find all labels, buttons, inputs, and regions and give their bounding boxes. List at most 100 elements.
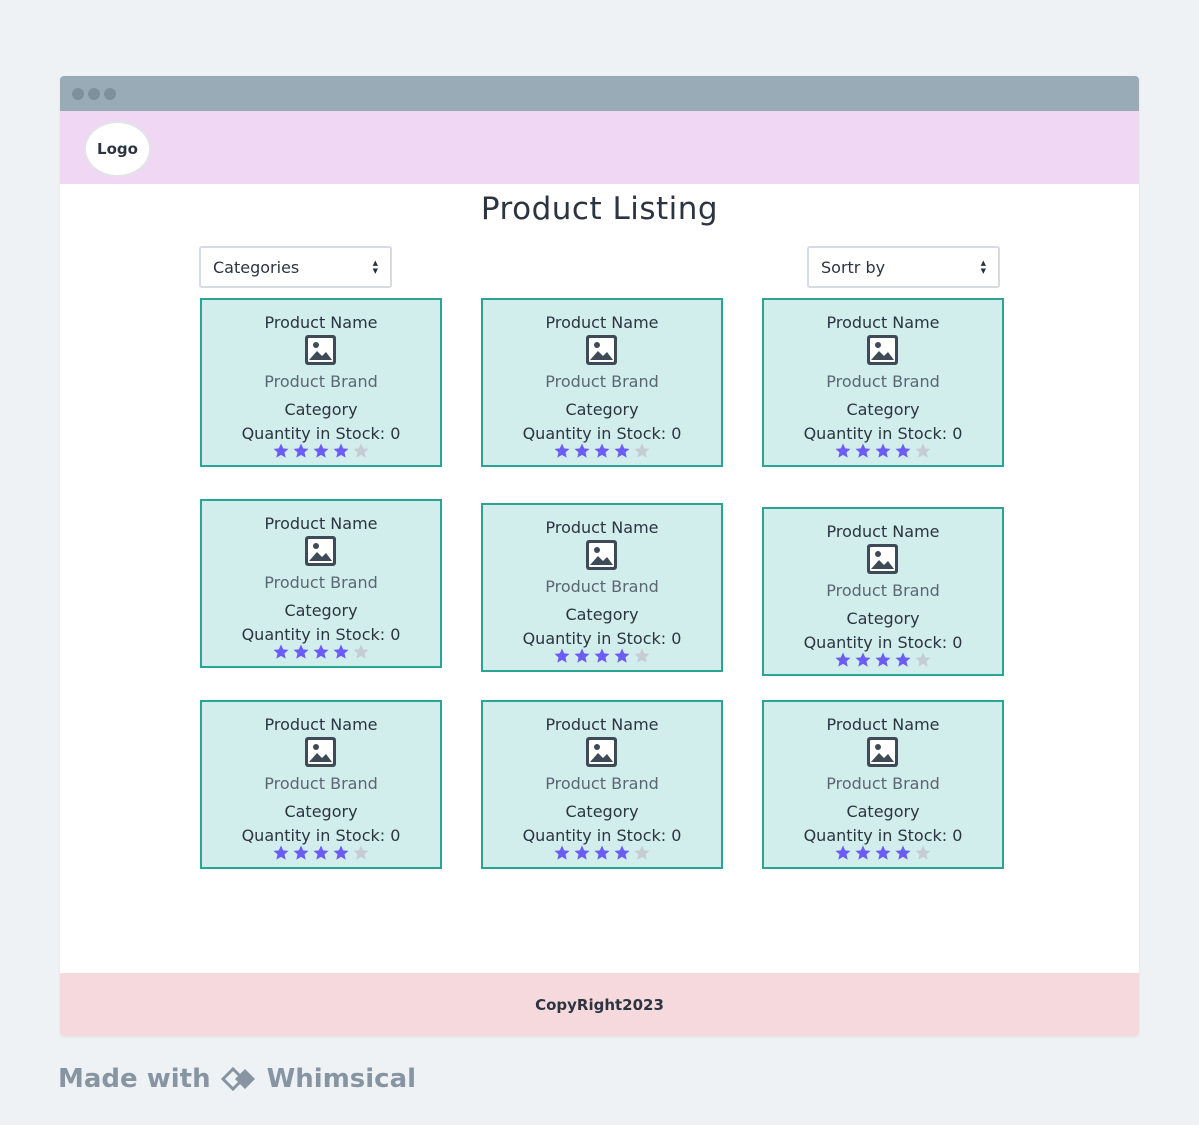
page-title: Product Listing bbox=[480, 191, 719, 227]
star-icon bbox=[353, 845, 369, 860]
product-category: Category bbox=[284, 400, 358, 419]
whimsical-brand-text: Whimsical bbox=[266, 1064, 417, 1094]
star-icon bbox=[634, 443, 650, 458]
image-icon bbox=[305, 536, 336, 566]
star-icon bbox=[634, 845, 650, 860]
window-titlebar bbox=[60, 76, 1139, 111]
rating-stars bbox=[483, 844, 721, 862]
product-brand: Product Brand bbox=[264, 573, 378, 592]
product-quantity: Quantity in Stock: 0 bbox=[803, 826, 963, 845]
product-name: Product Name bbox=[826, 522, 940, 541]
product-card[interactable]: Product Name Product Brand Category Quan… bbox=[200, 499, 442, 668]
star-icon bbox=[835, 443, 851, 458]
star-icon bbox=[614, 648, 630, 663]
product-quantity: Quantity in Stock: 0 bbox=[803, 633, 963, 652]
product-category: Category bbox=[846, 802, 920, 821]
product-brand: Product Brand bbox=[545, 577, 659, 596]
product-category: Category bbox=[565, 400, 639, 419]
categories-select[interactable]: Categories ▲ ▼ bbox=[199, 246, 392, 288]
product-category: Category bbox=[284, 601, 358, 620]
star-icon bbox=[273, 845, 289, 860]
product-name: Product Name bbox=[545, 715, 659, 734]
image-icon bbox=[867, 544, 898, 574]
image-icon bbox=[305, 335, 336, 365]
star-icon bbox=[594, 648, 610, 663]
product-card[interactable]: Product Name Product Brand Category Quan… bbox=[481, 700, 723, 869]
star-icon bbox=[875, 845, 891, 860]
rating-stars bbox=[483, 647, 721, 665]
sort-select-label: Sortr by bbox=[821, 257, 886, 277]
window-dot-icon bbox=[72, 87, 84, 100]
image-icon bbox=[867, 737, 898, 767]
window-dot-icon bbox=[104, 87, 116, 100]
product-card[interactable]: Product Name Product Brand Category Quan… bbox=[762, 298, 1004, 467]
star-icon bbox=[614, 443, 630, 458]
sort-arrows-icon: ▲ ▼ bbox=[372, 259, 378, 275]
product-brand: Product Brand bbox=[264, 774, 378, 793]
copyright-text: CopyRight2023 bbox=[535, 995, 664, 1014]
image-icon bbox=[586, 540, 617, 570]
product-brand: Product Brand bbox=[826, 581, 940, 600]
product-quantity: Quantity in Stock: 0 bbox=[241, 625, 401, 644]
star-icon bbox=[614, 845, 630, 860]
rating-stars bbox=[764, 442, 1002, 460]
product-name: Product Name bbox=[545, 313, 659, 332]
product-name: Product Name bbox=[545, 518, 659, 537]
star-icon bbox=[855, 845, 871, 860]
star-icon bbox=[594, 845, 610, 860]
product-quantity: Quantity in Stock: 0 bbox=[522, 424, 682, 443]
product-brand: Product Brand bbox=[264, 372, 378, 391]
product-brand: Product Brand bbox=[826, 774, 940, 793]
star-icon bbox=[835, 652, 851, 667]
star-icon bbox=[855, 652, 871, 667]
product-card[interactable]: Product Name Product Brand Category Quan… bbox=[481, 503, 723, 672]
product-card[interactable]: Product Name Product Brand Category Quan… bbox=[762, 700, 1004, 869]
site-header: Logo bbox=[60, 111, 1139, 184]
star-icon bbox=[594, 443, 610, 458]
star-icon bbox=[333, 644, 349, 659]
star-icon bbox=[293, 644, 309, 659]
product-category: Category bbox=[565, 605, 639, 624]
product-category: Category bbox=[565, 802, 639, 821]
product-quantity: Quantity in Stock: 0 bbox=[803, 424, 963, 443]
product-brand: Product Brand bbox=[545, 774, 659, 793]
product-card[interactable]: Product Name Product Brand Category Quan… bbox=[200, 700, 442, 869]
product-quantity: Quantity in Stock: 0 bbox=[241, 424, 401, 443]
star-icon bbox=[333, 443, 349, 458]
star-icon bbox=[353, 644, 369, 659]
browser-window: Logo Product Listing Categories ▲ ▼ Sortr… bbox=[60, 76, 1139, 1036]
product-name: Product Name bbox=[264, 715, 378, 734]
product-card[interactable]: Product Name Product Brand Category Quan… bbox=[200, 298, 442, 467]
rating-stars bbox=[764, 844, 1002, 862]
star-icon bbox=[634, 648, 650, 663]
sort-arrows-icon: ▲ ▼ bbox=[980, 259, 986, 275]
product-name: Product Name bbox=[264, 313, 378, 332]
star-icon bbox=[855, 443, 871, 458]
star-icon bbox=[915, 443, 931, 458]
logo[interactable]: Logo bbox=[84, 121, 151, 177]
product-name: Product Name bbox=[264, 514, 378, 533]
rating-stars bbox=[202, 844, 440, 862]
categories-select-label: Categories bbox=[213, 257, 300, 277]
star-icon bbox=[293, 845, 309, 860]
image-icon bbox=[305, 737, 336, 767]
product-category: Category bbox=[846, 400, 920, 419]
product-card[interactable]: Product Name Product Brand Category Quan… bbox=[762, 507, 1004, 676]
product-card[interactable]: Product Name Product Brand Category Quan… bbox=[481, 298, 723, 467]
star-icon bbox=[574, 648, 590, 663]
star-icon bbox=[574, 845, 590, 860]
rating-stars bbox=[764, 651, 1002, 669]
star-icon bbox=[915, 652, 931, 667]
star-icon bbox=[554, 648, 570, 663]
product-brand: Product Brand bbox=[545, 372, 659, 391]
star-icon bbox=[554, 845, 570, 860]
star-icon bbox=[835, 845, 851, 860]
star-icon bbox=[313, 845, 329, 860]
whimsical-watermark[interactable]: Made with Whimsical bbox=[58, 1064, 416, 1094]
rating-stars bbox=[202, 442, 440, 460]
product-name: Product Name bbox=[826, 313, 940, 332]
sort-select[interactable]: Sortr by ▲ ▼ bbox=[807, 246, 1000, 288]
rating-stars bbox=[202, 643, 440, 661]
star-icon bbox=[574, 443, 590, 458]
product-quantity: Quantity in Stock: 0 bbox=[241, 826, 401, 845]
